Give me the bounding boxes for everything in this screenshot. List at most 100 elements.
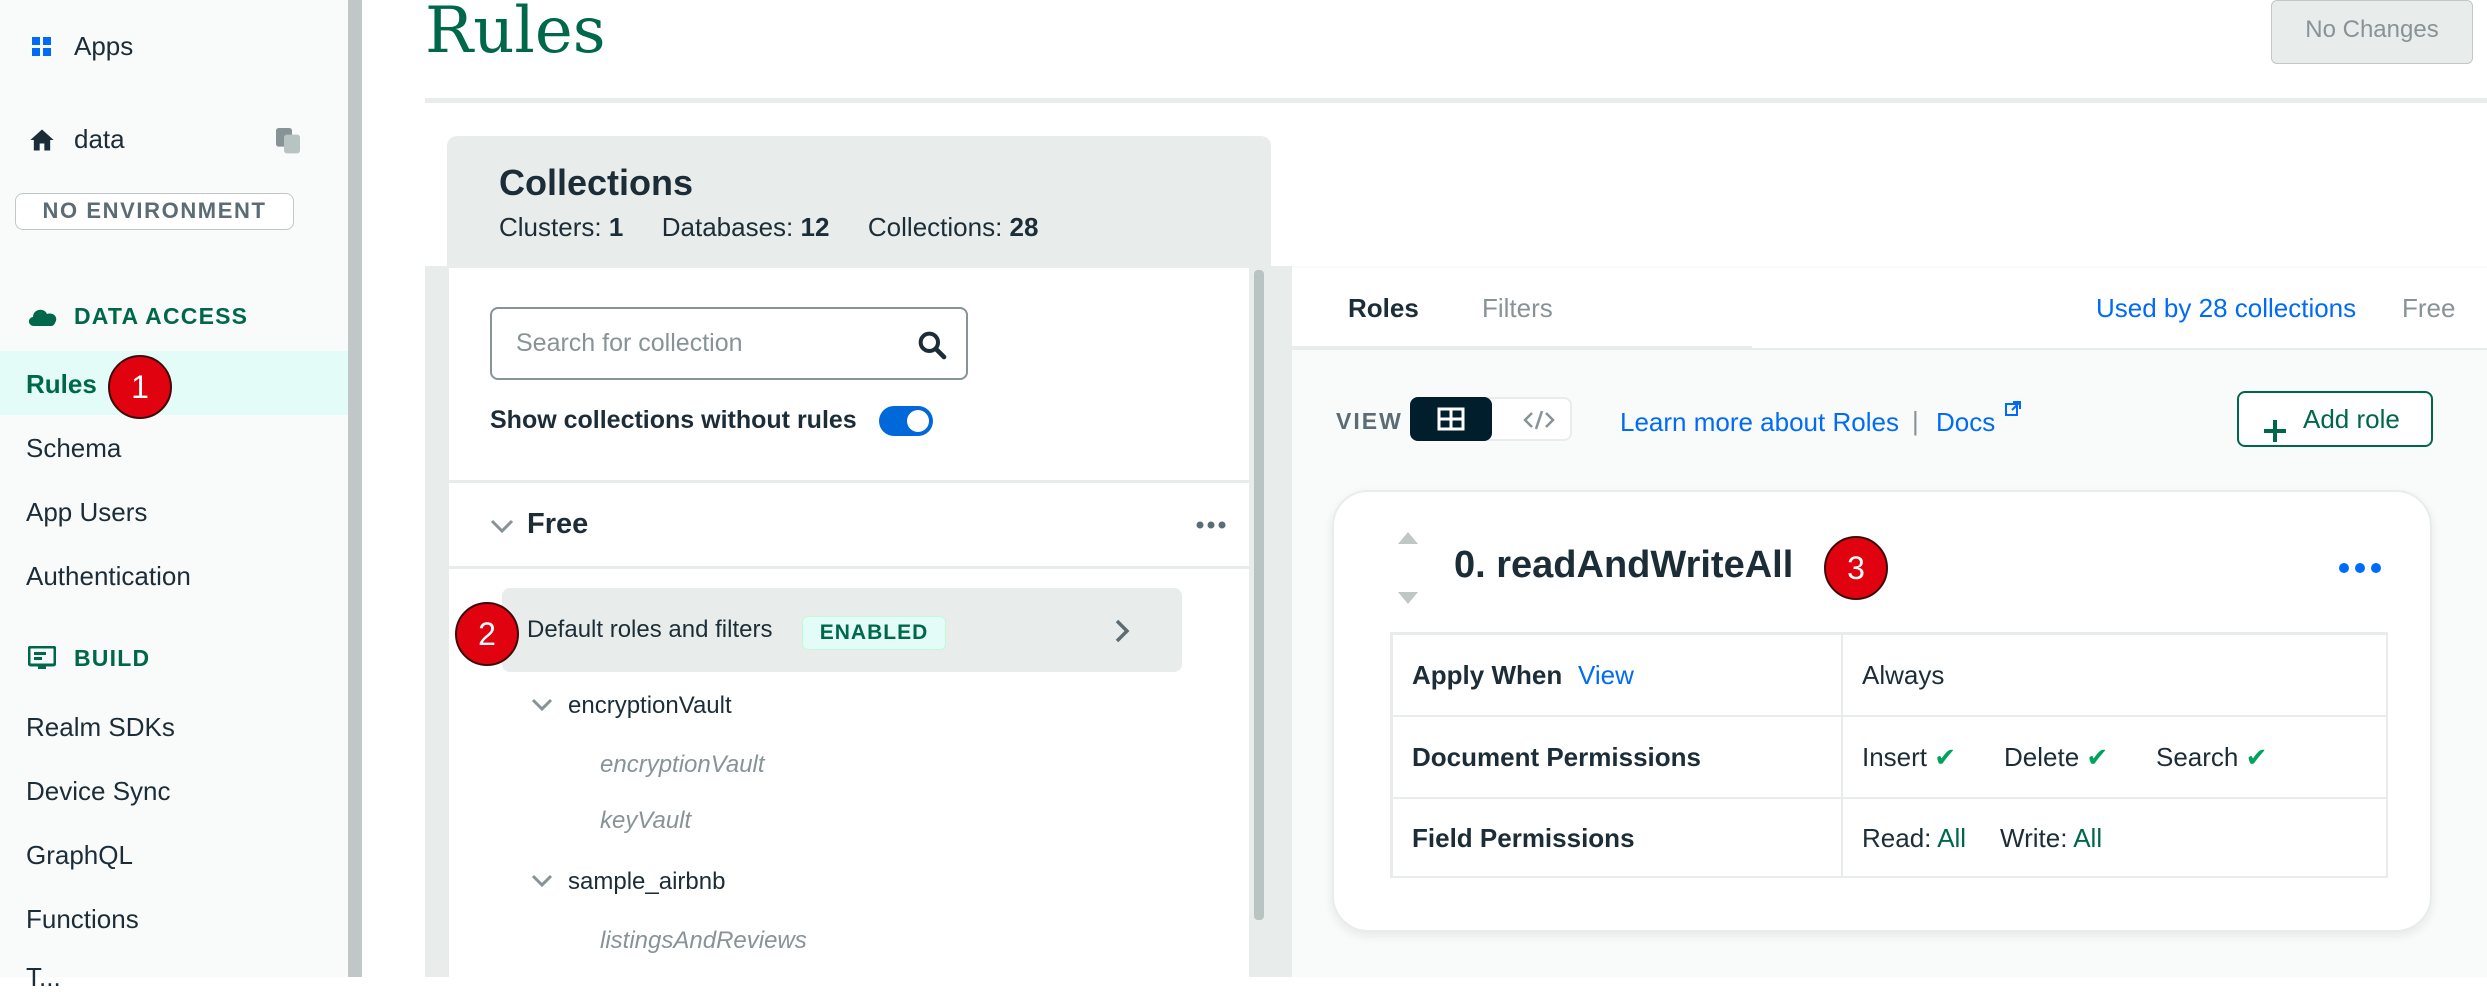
build-section-title: BUILD [74,645,151,671]
chevron-right-icon[interactable] [1112,616,1132,646]
code-view-icon[interactable] [1522,408,1556,432]
role-more-icon[interactable] [2338,561,2382,575]
apps-grid-icon [32,37,52,57]
insert-label: Insert [1862,742,1928,772]
link-separator: | [1912,406,1919,436]
enabled-badge: ENABLED [802,616,946,650]
read-value[interactable]: All [1937,823,1966,853]
title-divider [425,98,2487,103]
search-permission: Search ✔ [2156,742,2267,773]
tab-roles-underline [1292,346,1452,350]
check-icon: ✔ [2086,742,2109,772]
docs-link[interactable]: Docs [1936,407,1995,438]
permissions-table: Apply When View Always Document Permissi… [1390,632,2388,878]
check-icon: ✔ [2245,742,2268,772]
table-view-button[interactable] [1410,397,1492,441]
chevron-down-icon[interactable] [530,696,554,714]
sidebar-item-triggers[interactable]: T... [26,962,61,993]
delete-permission: Delete ✔ [2004,742,2108,773]
read-permission: Read: All [1862,823,1966,854]
sidebar-item-graphql[interactable]: GraphQL [26,840,133,871]
chevron-down-icon[interactable] [530,872,554,890]
annotation-badge-1: 1 [108,355,172,419]
collection-item[interactable]: listingsAndReviews [600,927,807,955]
search-placeholder: Search for collection [516,329,743,357]
cluster-name[interactable]: Free [527,508,588,541]
write-label: Write: [2000,823,2068,853]
copy-icon[interactable] [272,124,304,156]
apply-when-label: Apply When [1412,660,1563,690]
move-up-icon[interactable] [1396,530,1420,546]
apps-link[interactable]: Apps [74,31,133,62]
sidebar-item-schema[interactable]: Schema [26,433,121,464]
divider-search [449,480,1251,483]
collections-scrollbar[interactable] [1254,270,1264,920]
default-roles-label: Default roles and filters [527,616,773,643]
collection-item[interactable]: keyVault [600,807,691,835]
move-down-icon[interactable] [1396,590,1420,606]
database-item[interactable]: sample_airbnb [568,868,725,896]
apply-when-value: Always [1862,660,1945,690]
data-access-section-title: DATA ACCESS [74,303,249,329]
learn-more-link[interactable]: Learn more about Roles [1620,407,1899,438]
role-tabs: Roles Filters Used by 28 collections Fre… [1292,268,2487,350]
page-title: Rules [425,0,606,68]
database-item[interactable]: encryptionVault [568,692,732,720]
sidebar-item-functions[interactable]: Functions [26,904,139,935]
show-without-rules-label: Show collections without rules [490,406,857,434]
annotation-badge-3: 3 [1824,536,1888,600]
app-name[interactable]: data [74,124,125,155]
apply-when-view-link[interactable]: View [1578,660,1634,691]
check-icon: ✔ [1934,742,1957,772]
annotation-badge-2: 2 [455,602,519,666]
clusters-value: 1 [608,212,624,242]
cluster-label: Free [2402,293,2456,323]
external-link-icon [2004,400,2022,418]
add-role-button[interactable]: Add role [2237,391,2433,447]
collection-item[interactable]: encryptionVault [600,751,765,779]
used-by-link[interactable]: Used by 28 collections [2096,293,2356,324]
field-permissions-label: Field Permissions [1412,823,1635,853]
collections-value: 28 [1009,212,1039,242]
sidebar-item-device-sync[interactable]: Device Sync [26,776,171,807]
collections-label: Collections: [867,212,1003,242]
search-label: Search [2156,742,2239,772]
show-without-rules-toggle[interactable] [879,406,933,436]
cloud-icon [26,304,60,328]
insert-permission: Insert ✔ [1862,742,1956,773]
databases-value: 12 [800,212,830,242]
home-icon [28,126,56,154]
environment-badge: NO ENVIRONMENT [15,193,294,230]
document-permissions-label: Document Permissions [1412,742,1701,772]
tab-filters[interactable]: Filters [1482,293,1553,324]
add-role-label: Add role [2303,404,2400,434]
write-value[interactable]: All [2073,823,2102,853]
sidebar-item-rules[interactable]: Rules [26,369,97,400]
collections-stats: Clusters: 1 Databases: 12 Collections: 2… [499,212,1038,243]
tab-filters-underline [1452,346,1752,350]
delete-label: Delete [2004,742,2080,772]
search-icon[interactable] [916,329,948,361]
table-icon [1437,407,1465,431]
collections-header: Collections Clusters: 1 Databases: 12 Co… [447,136,1271,272]
divider-cluster [449,566,1251,569]
sidebar-border [348,0,362,977]
role-name: 0. readAndWriteAll [1454,544,1794,586]
clusters-label: Clusters: [499,212,602,242]
write-permission: Write: All [2000,823,2102,854]
tab-roles[interactable]: Roles [1348,293,1419,324]
read-label: Read: [1862,823,1932,853]
collections-title: Collections [499,162,694,203]
collection-search-input[interactable]: Search for collection [490,307,968,380]
no-changes-button[interactable]: No Changes [2271,0,2473,64]
sidebar-item-realm-sdks[interactable]: Realm SDKs [26,712,175,743]
sidebar: Apps data NO ENVIRONMENT DATA ACCESS Rul… [0,0,348,992]
chevron-down-icon[interactable] [489,516,515,536]
ellipsis-icon[interactable] [1196,518,1226,530]
plus-icon [2263,408,2287,442]
sidebar-item-app-users[interactable]: App Users [26,497,147,528]
toggle-knob [907,410,929,432]
sidebar-item-authentication[interactable]: Authentication [26,561,191,592]
build-icon [27,645,57,670]
view-label: VIEW [1336,408,1403,434]
